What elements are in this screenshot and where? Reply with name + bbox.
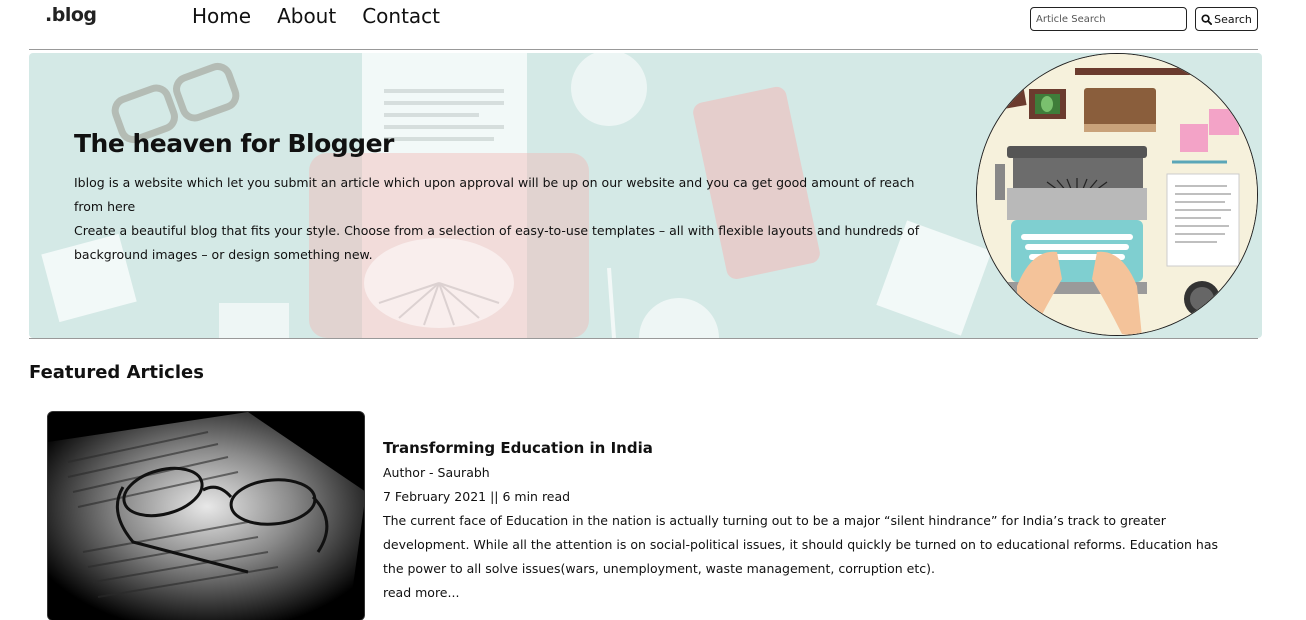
nav-links: Home About Contact (192, 4, 440, 28)
nav-link-home[interactable]: Home (192, 4, 251, 28)
article-title[interactable]: Transforming Education in India (383, 437, 1223, 459)
search-input[interactable] (1030, 7, 1187, 31)
hero-description: Iblog is a website which let you submit … (74, 171, 934, 267)
featured-articles-heading: Featured Articles (29, 362, 204, 383)
article-meta: 7 February 2021 || 6 min read (383, 489, 571, 504)
typewriter-illustration (976, 53, 1258, 336)
hero-title: The heaven for Blogger (74, 129, 394, 158)
logo[interactable]: .blog (45, 4, 97, 26)
search-button[interactable]: Search (1195, 7, 1258, 31)
nav-link-contact[interactable]: Contact (362, 4, 440, 28)
hero-description-line-1: Iblog is a website which let you submit … (74, 175, 915, 214)
article-excerpt: The current face of Education in the nat… (383, 513, 1218, 576)
nav-link-about[interactable]: About (277, 4, 336, 28)
article-author: Author - Saurabh (383, 465, 490, 480)
search-button-label: Search (1214, 12, 1252, 26)
search-icon (1201, 13, 1213, 25)
article-thumbnail[interactable] (47, 411, 365, 620)
hero-description-line-2: Create a beautiful blog that fits your s… (74, 223, 920, 262)
article-content: Transforming Education in India Author -… (383, 437, 1223, 605)
hero-divider (29, 338, 1258, 339)
nav-divider (29, 49, 1258, 50)
navbar: .blog Home About Contact Search (0, 0, 1306, 50)
read-more-link[interactable]: read more... (383, 581, 1223, 605)
